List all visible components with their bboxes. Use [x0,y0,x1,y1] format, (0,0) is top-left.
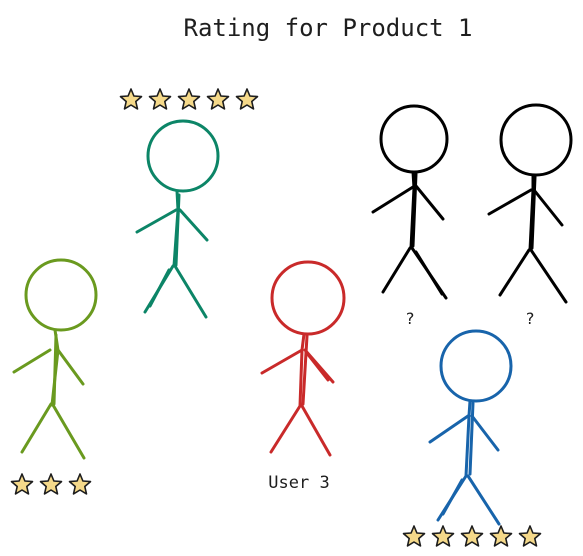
star-icon [177,88,201,110]
head [379,104,449,174]
head [439,329,513,403]
head [270,260,346,336]
user-3-label: User 3 [268,473,329,493]
rating-stars-teal [119,88,259,110]
stick-figure-red [260,260,346,457]
stick-figure-black-2 [487,103,573,304]
star-icon [68,473,92,495]
head [24,258,98,332]
star-icon [119,88,143,110]
star-icon [402,525,426,547]
star-icon [460,525,484,547]
rating-stars-blue [402,525,542,547]
star-icon [206,88,230,110]
head [499,103,573,177]
stick-figure-blue [428,329,513,526]
star-icon [148,88,172,110]
star-icon [235,88,259,110]
head [146,119,220,193]
question-mark-1: ? [405,309,415,328]
diagram-title: Rating for Product 1 [184,14,473,42]
question-mark-2: ? [525,309,535,328]
star-icon [518,525,542,547]
star-icon [489,525,513,547]
star-icon [431,525,455,547]
stick-figure-teal [135,119,220,319]
stick-figure-green [12,258,98,460]
star-icon [10,473,34,495]
rating-stars-green [10,473,92,495]
stick-figure-black-1 [371,104,449,300]
diagram-canvas: Rating for Product 1 User 3 ? ? [10,14,573,547]
star-icon [39,473,63,495]
